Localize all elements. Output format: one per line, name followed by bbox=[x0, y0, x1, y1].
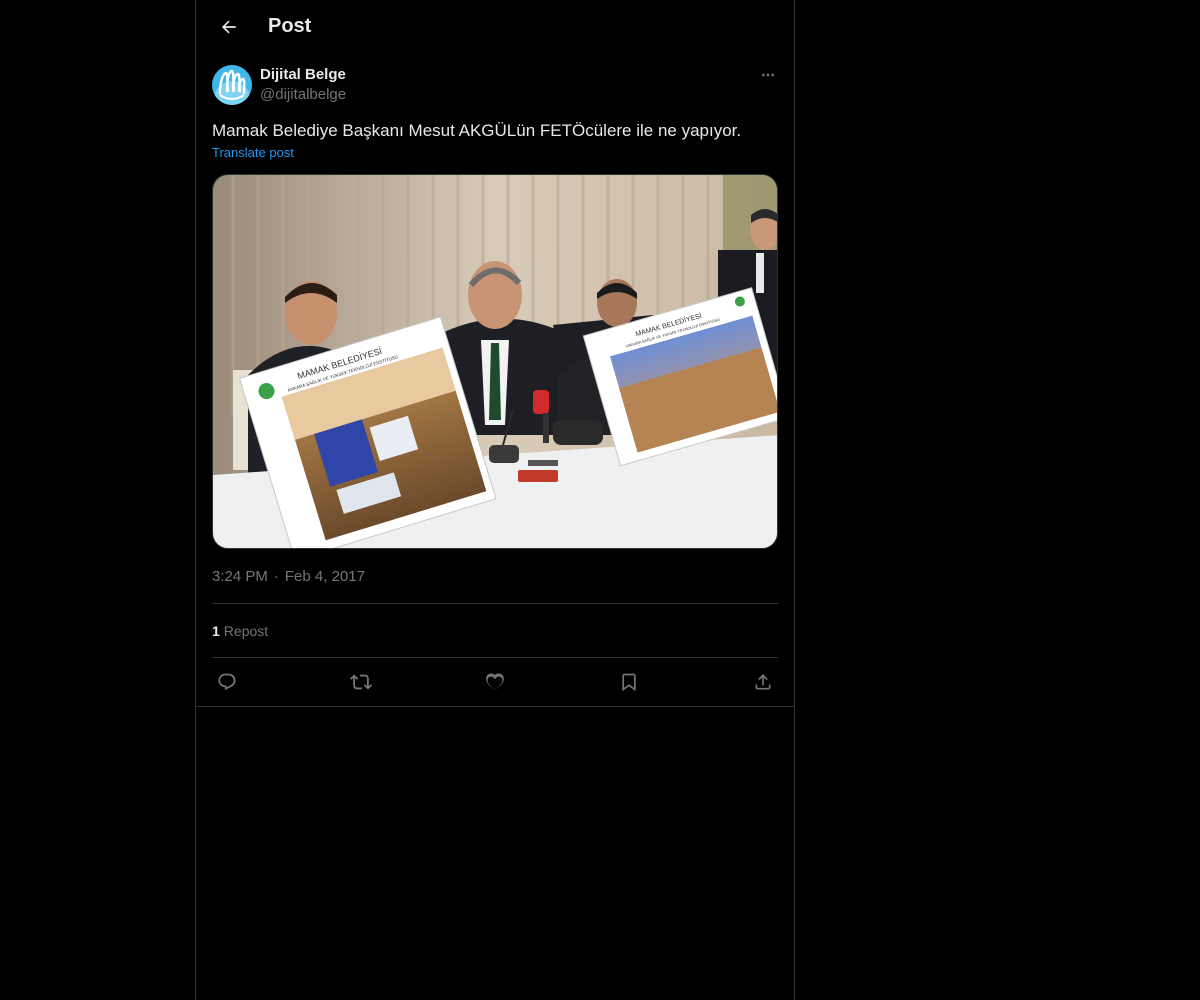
reply-icon bbox=[218, 673, 236, 691]
bookmark-icon bbox=[622, 673, 636, 692]
bookmark-button[interactable] bbox=[618, 671, 640, 693]
author-names: Dijital Belge @dijitalbelge bbox=[260, 65, 346, 105]
post: Dijital Belge @dijitalbelge Mamak Beledi… bbox=[196, 65, 794, 707]
share-button[interactable] bbox=[752, 671, 774, 693]
repost-stat[interactable]: 1 Repost bbox=[212, 623, 268, 639]
repost-icon bbox=[350, 674, 372, 690]
reply-button[interactable] bbox=[216, 671, 238, 693]
page-header: Post bbox=[196, 0, 794, 53]
post-text: Mamak Belediye Başkanı Mesut AKGÜLün FET… bbox=[212, 121, 742, 140]
avatar-logo-icon bbox=[212, 65, 252, 105]
post-stats: 1 Repost bbox=[212, 604, 778, 657]
post-image[interactable]: MAMAK BELEDİYESİ ANKARA SAĞLIK VE YÜKSEK… bbox=[212, 174, 778, 549]
repost-button[interactable] bbox=[350, 671, 372, 693]
post-date: Feb 4, 2017 bbox=[284, 568, 365, 585]
more-options-button[interactable] bbox=[758, 65, 778, 85]
divider bbox=[196, 706, 794, 707]
post-time: 3:24 PM bbox=[212, 568, 268, 585]
timeline-column: Post Dijital Belge @dijitalbelge Mamak B… bbox=[195, 0, 795, 1000]
like-icon bbox=[486, 673, 504, 690]
author-display-name[interactable]: Dijital Belge bbox=[260, 65, 346, 85]
share-icon bbox=[755, 674, 771, 690]
page-title: Post bbox=[268, 15, 312, 37]
more-horizontal-icon bbox=[762, 73, 774, 77]
like-button[interactable] bbox=[484, 671, 506, 693]
action-bar bbox=[212, 658, 778, 706]
translate-post-link[interactable]: Translate post bbox=[212, 145, 294, 160]
avatar[interactable] bbox=[212, 65, 252, 105]
author-row: Dijital Belge @dijitalbelge bbox=[212, 65, 778, 105]
repost-count: 1 bbox=[212, 622, 220, 639]
press-conference-photo: MAMAK BELEDİYESİ ANKARA SAĞLIK VE YÜKSEK… bbox=[213, 175, 777, 548]
author-handle[interactable]: @dijitalbelge bbox=[260, 85, 346, 105]
post-timestamp[interactable]: 3:24 PM · Feb 4, 2017 bbox=[212, 569, 778, 585]
back-button[interactable] bbox=[212, 10, 246, 44]
arrow-left-icon bbox=[221, 20, 236, 33]
repost-label: Repost bbox=[223, 622, 269, 639]
